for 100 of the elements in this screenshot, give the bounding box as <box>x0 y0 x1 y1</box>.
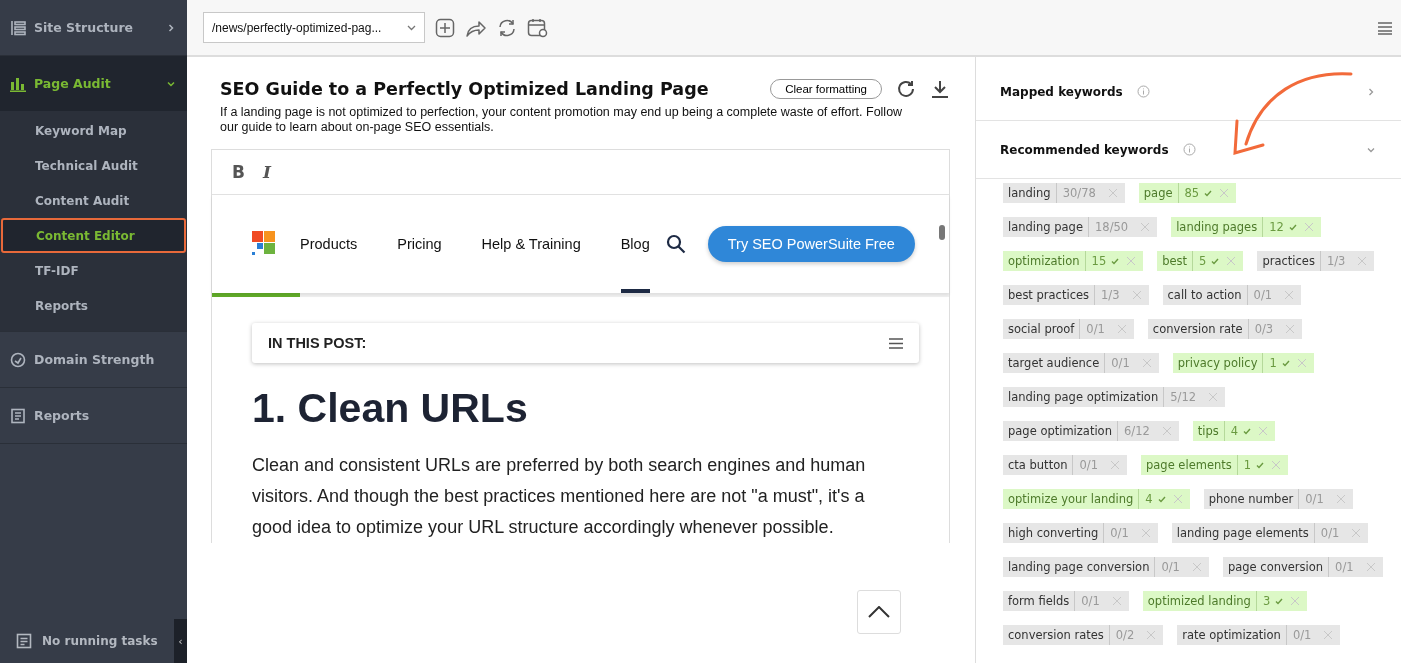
sidebar-section[interactable]: Site Structure <box>0 0 187 55</box>
remove-icon[interactable] <box>1107 188 1118 198</box>
panel-section-header[interactable]: Recommended keywords <box>976 121 1401 179</box>
keyword-tag[interactable]: landing page elements 0/1 <box>1171 523 1369 543</box>
sidebar-item[interactable]: Technical Audit <box>0 148 187 183</box>
keyword-tag[interactable]: call to action 0/1 <box>1162 285 1302 305</box>
remove-icon[interactable] <box>1141 358 1152 368</box>
check-icon <box>1157 495 1166 503</box>
sidebar-section[interactable]: Reports <box>0 388 187 443</box>
remove-icon[interactable] <box>1357 256 1368 266</box>
remove-icon[interactable] <box>1303 222 1314 232</box>
remove-icon[interactable] <box>1285 324 1296 334</box>
remove-icon[interactable] <box>1335 494 1346 504</box>
keyword-tag[interactable]: privacy policy 1 <box>1172 353 1314 373</box>
check-icon <box>1211 257 1220 265</box>
gauge-icon <box>10 351 26 368</box>
remove-icon[interactable] <box>1140 528 1151 538</box>
remove-icon[interactable] <box>1172 494 1183 504</box>
document-description: If a landing page is not optimized to perfection, your content promotion may end up being a complete waste of effort. Follow our guide to learn about on-page SEO essentials. <box>220 105 904 135</box>
remove-icon[interactable] <box>1290 596 1301 606</box>
caret-icon <box>407 24 416 31</box>
remove-icon[interactable] <box>1365 562 1376 572</box>
keyword-tag[interactable]: page 85 <box>1138 183 1237 203</box>
remove-icon[interactable] <box>1296 358 1307 368</box>
remove-icon[interactable] <box>1226 256 1237 266</box>
keyword-tag[interactable]: rate optimization 0/1 <box>1177 625 1341 645</box>
keyword-tag[interactable]: form fields 0/1 <box>1003 591 1129 611</box>
scrollbar-thumb[interactable] <box>939 225 945 240</box>
keyword-tag[interactable]: target audience 0/1 <box>1003 353 1159 373</box>
article-paragraph: Clean and consistent URLs are preferred by both search engines and human visitors. And though the best practices mentioned here are not "a must", it's a good idea to optimize your URL structure accordingly whenever possible. <box>252 454 867 539</box>
keyword-tag[interactable]: landing 30/78 <box>1003 183 1125 203</box>
calendar-icon[interactable] <box>527 17 549 38</box>
nav-link[interactable]: Products <box>300 195 358 293</box>
remove-icon[interactable] <box>1323 630 1334 640</box>
remove-icon[interactable] <box>1111 596 1122 606</box>
remove-icon[interactable] <box>1126 256 1137 266</box>
keyword-tag[interactable]: social proof 0/1 <box>1003 319 1134 339</box>
sidebar-item[interactable]: TF-IDF <box>0 253 187 288</box>
sidebar-item[interactable]: Keyword Map <box>0 113 187 148</box>
keyword-tag[interactable]: optimized landing 3 <box>1142 591 1308 611</box>
table-of-contents-bar[interactable]: IN THIS POST: <box>252 323 919 363</box>
clear-formatting-button[interactable]: Clear formatting <box>770 79 882 99</box>
keyword-tag[interactable]: tips 4 <box>1192 421 1276 441</box>
remove-icon[interactable] <box>1161 426 1172 436</box>
keyword-tag[interactable]: conversion rates 0/2 <box>1003 625 1164 645</box>
keyword-tag[interactable]: best practices 1/3 <box>1003 285 1149 305</box>
remove-icon[interactable] <box>1219 188 1230 198</box>
keyword-tag[interactable]: practices 1/3 <box>1257 251 1375 271</box>
remove-icon[interactable] <box>1116 324 1127 334</box>
cta-button[interactable]: Try SEO PowerSuite Free <box>707 226 915 262</box>
add-icon[interactable] <box>435 17 455 38</box>
keyword-tag[interactable]: optimization 15 <box>1003 251 1144 271</box>
menu-icon[interactable] <box>1377 20 1393 35</box>
download-icon[interactable] <box>930 79 950 99</box>
sidebar-section[interactable]: Domain Strength <box>0 332 187 387</box>
info-icon[interactable] <box>1182 143 1196 156</box>
keyword-tag[interactable]: landing page 18/50 <box>1003 217 1158 237</box>
remove-icon[interactable] <box>1208 392 1219 402</box>
format-button[interactable]: B <box>230 160 247 184</box>
keyword-tag[interactable]: optimize your landing 4 <box>1003 489 1190 509</box>
panel-section-header[interactable]: Mapped keywords <box>976 63 1401 121</box>
nav-link[interactable]: Help & Training <box>481 195 581 293</box>
remove-icon[interactable] <box>1146 630 1157 640</box>
remove-icon[interactable] <box>1131 290 1142 300</box>
url-dropdown[interactable]: /news/perfectly-optimized-pag... <box>203 12 425 43</box>
chevron-down-icon <box>167 79 175 88</box>
keyword-tag[interactable]: high converting 0/1 <box>1003 523 1158 543</box>
keyword-tag[interactable]: cta button 0/1 <box>1003 455 1127 475</box>
remove-icon[interactable] <box>1191 562 1202 572</box>
remove-icon[interactable] <box>1258 426 1269 436</box>
sidebar-item[interactable]: Content Editor <box>1 218 186 253</box>
menu-icon <box>889 337 903 349</box>
chevron-right-icon <box>167 23 175 32</box>
keyword-tag[interactable]: best 5 <box>1157 251 1244 271</box>
collapse-handle[interactable]: ‹ <box>174 619 187 663</box>
keyword-tag[interactable]: landing pages 12 <box>1171 217 1321 237</box>
format-button[interactable]: I <box>260 160 273 184</box>
refresh-icon[interactable] <box>497 17 517 38</box>
document-icon <box>10 407 26 424</box>
remove-icon[interactable] <box>1271 460 1282 470</box>
sidebar-section-label: Reports <box>34 408 91 423</box>
sidebar-item[interactable]: Reports <box>0 288 187 323</box>
keyword-tag[interactable]: landing page conversion 0/1 <box>1003 557 1209 577</box>
remove-icon[interactable] <box>1284 290 1295 300</box>
keyword-tag[interactable]: page elements 1 <box>1141 455 1289 475</box>
remove-icon[interactable] <box>1110 460 1120 470</box>
keyword-tag[interactable]: page optimization 6/12 <box>1003 421 1179 441</box>
scroll-to-top-button[interactable] <box>857 590 901 634</box>
sidebar-item[interactable]: Content Audit <box>0 183 187 218</box>
search-icon[interactable] <box>665 234 686 254</box>
keyword-tag[interactable]: conversion rate 0/3 <box>1147 319 1303 339</box>
info-icon[interactable] <box>1136 85 1150 98</box>
remove-icon[interactable] <box>1351 528 1362 538</box>
keyword-tag[interactable]: landing page optimization 5/12 <box>1003 387 1226 407</box>
refresh-icon[interactable] <box>896 79 916 99</box>
keyword-tag[interactable]: phone number 0/1 <box>1203 489 1353 509</box>
keyword-tag[interactable]: page conversion 0/1 <box>1222 557 1383 577</box>
nav-link[interactable]: Pricing <box>397 195 442 293</box>
remove-icon[interactable] <box>1140 222 1151 232</box>
sidebar-section[interactable]: Page Audit <box>0 56 187 111</box>
